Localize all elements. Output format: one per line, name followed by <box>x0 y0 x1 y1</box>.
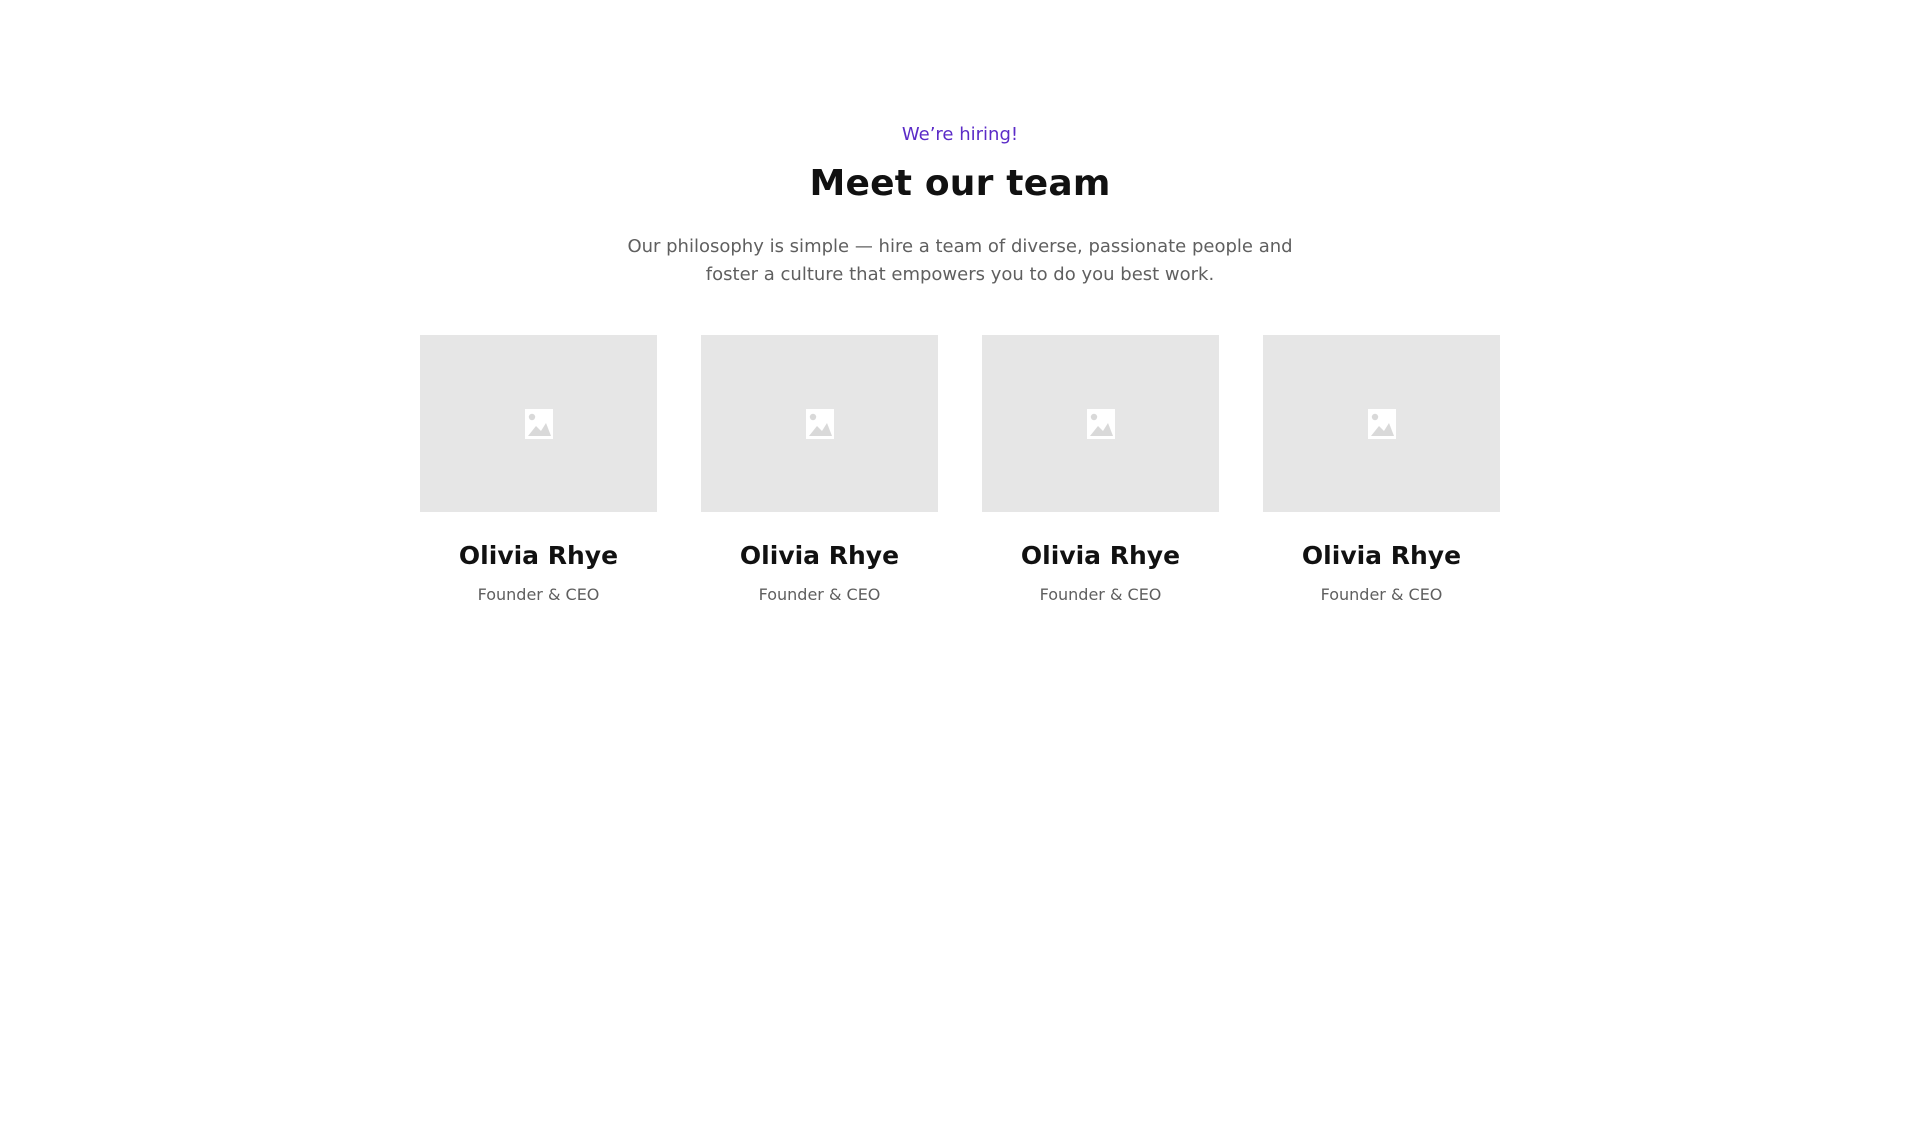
section-title: Meet our team <box>809 163 1111 204</box>
member-photo <box>982 335 1219 512</box>
team-member-card: Olivia Rhye Founder & CEO <box>701 335 938 606</box>
image-placeholder-icon <box>1367 408 1396 439</box>
team-member-card: Olivia Rhye Founder & CEO <box>1263 335 1500 606</box>
image-placeholder-icon <box>524 408 553 439</box>
image-placeholder-icon <box>1086 408 1115 439</box>
member-role: Founder & CEO <box>758 585 881 604</box>
member-role: Founder & CEO <box>1320 585 1443 604</box>
hiring-eyebrow[interactable]: We’re hiring! <box>0 122 1920 148</box>
member-photo <box>1263 335 1500 512</box>
member-name: Olivia Rhye <box>739 541 900 570</box>
member-role: Founder & CEO <box>1039 585 1162 604</box>
member-name: Olivia Rhye <box>458 541 619 570</box>
image-placeholder-icon <box>805 408 834 439</box>
team-member-card: Olivia Rhye Founder & CEO <box>420 335 657 606</box>
team-grid: Olivia Rhye Founder & CEO Olivia Rhye Fo… <box>420 335 1500 606</box>
section-subtitle: Our philosophy is simple — hire a team o… <box>627 236 1293 285</box>
team-member-card: Olivia Rhye Founder & CEO <box>982 335 1219 606</box>
member-name: Olivia Rhye <box>1020 541 1181 570</box>
member-name: Olivia Rhye <box>1301 541 1462 570</box>
member-photo <box>701 335 938 512</box>
member-photo <box>420 335 657 512</box>
member-role: Founder & CEO <box>477 585 600 604</box>
team-section: We’re hiring! Meet our team Our philosop… <box>0 0 1920 1140</box>
